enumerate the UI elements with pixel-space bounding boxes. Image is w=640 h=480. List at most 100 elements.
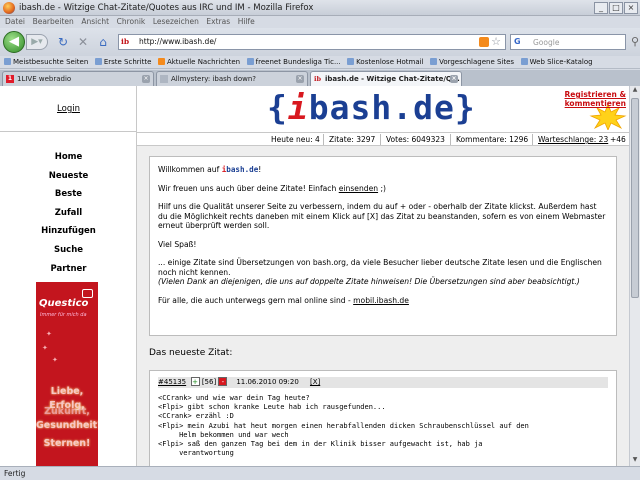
login-link[interactable]: Login [0, 104, 137, 114]
main-column: Willkommen auf ibash.de! Wir freuen uns … [137, 146, 629, 466]
forward-arrow-icon[interactable]: ▶▾ [26, 34, 48, 50]
login-box: Login [0, 86, 137, 132]
tab-close-icon[interactable]: × [142, 75, 150, 83]
menu-ansicht[interactable]: Ansicht [81, 16, 109, 28]
scroll-up-icon[interactable]: ▲ [630, 86, 640, 96]
nav-suche[interactable]: Suche [0, 241, 137, 260]
bookmark-page-icon [94, 58, 102, 65]
search-box[interactable]: G Google ⚲ [510, 34, 639, 50]
ibash-favicon-icon: ib [314, 75, 322, 83]
quote-line: verantwortung [158, 449, 234, 458]
register-link[interactable]: Registrieren & kommentieren [562, 90, 626, 108]
home-icon[interactable]: ⌂ [96, 35, 110, 49]
ad-line: Zukunft, [44, 406, 90, 417]
bookmark-page-icon [430, 58, 438, 65]
welcome-mobile-text: Für alle, die auch unterwegs gern mal on… [158, 295, 409, 305]
queue-link[interactable]: Warteschlange: 23 [538, 135, 608, 144]
ad-line: Sternen! [43, 438, 91, 449]
menu-extras[interactable]: Extras [206, 16, 230, 28]
maximize-button[interactable]: □ [609, 2, 623, 14]
menu-hilfe[interactable]: Hilfe [238, 16, 255, 28]
bookmark-item[interactable]: Web Slice-Katalog [520, 56, 593, 68]
quote-id-link[interactable]: #45135 [158, 378, 186, 386]
left-sidebar: Login Home Neueste Beste Zufall Hinzufüg… [0, 86, 137, 466]
main-navigation: Home Neueste Beste Zufall Hinzufügen Suc… [0, 148, 137, 278]
queue-extra: +46 [610, 135, 626, 144]
site-identity-badge[interactable]: ib [121, 37, 129, 46]
tab-allmystery[interactable]: Allmystery: ibash down? × [156, 71, 308, 86]
report-quote-button[interactable]: [X] [310, 378, 320, 386]
minimize-button[interactable]: _ [594, 2, 608, 14]
stat-divider [323, 134, 324, 145]
quote-meta-bar: #45135 + [56] - 11.06.2010 09:20 [X] [158, 377, 608, 388]
rss-bookmark-icon [157, 58, 165, 65]
submit-quote-link[interactable]: einsenden [339, 184, 378, 193]
stat-today: Heute neu: 4 [271, 135, 320, 144]
menu-bar: Datei Bearbeiten Ansicht Chronik Lesezei… [0, 16, 640, 28]
bookmark-item[interactable]: Aktuelle Nachrichten [157, 56, 240, 68]
bookmark-item[interactable]: Kostenlose Hotmail [347, 56, 424, 68]
site-header: {ibash.de} Registrieren & kommentieren [137, 86, 629, 132]
search-engine-icon[interactable]: G [514, 37, 521, 46]
nav-partner[interactable]: Partner [0, 260, 137, 279]
bookmarks-toolbar: Meistbesuchte Seiten Erste Schritte Aktu… [0, 56, 640, 69]
nav-neueste[interactable]: Neueste [0, 167, 137, 186]
nav-beste[interactable]: Beste [0, 185, 137, 204]
stat-comments: Kommentare: 1296 [456, 135, 529, 144]
tab-1live[interactable]: 1 1LIVE webradio × [2, 71, 154, 86]
rss-feed-icon[interactable] [479, 37, 489, 47]
status-text: Fertig [4, 469, 26, 478]
reload-icon[interactable]: ↻ [56, 35, 70, 49]
url-text[interactable]: http://www.ibash.de/ [139, 37, 216, 46]
tab-bar: 1 1LIVE webradio × Allmystery: ibash dow… [0, 70, 640, 87]
welcome-submit-text: Wir freuen uns auch über deine Zitate! E… [158, 183, 386, 193]
scroll-down-icon[interactable]: ▼ [630, 456, 640, 466]
nav-hinzufuegen[interactable]: Hinzufügen [0, 222, 137, 241]
menu-datei[interactable]: Datei [5, 16, 25, 28]
quote-line: Helm bekommen und war wech [158, 430, 289, 439]
vote-up-button[interactable]: + [190, 377, 200, 386]
tab-ibash[interactable]: ib ibash.de - Witzige Chat-Zitate/Q... × [310, 71, 462, 87]
quote-line: <Flpi> gibt schon kranke Leute hab ich r… [158, 403, 386, 412]
stop-icon[interactable]: ✕ [76, 35, 90, 49]
nav-zufall[interactable]: Zufall [0, 204, 137, 223]
vertical-scrollbar[interactable]: ▲ ▼ [629, 86, 640, 466]
bookmark-item[interactable]: freenet Bundesliga Tic... [246, 56, 341, 68]
search-placeholder: Google [533, 38, 560, 47]
inline-brand: ibash.de [221, 165, 259, 174]
speech-bubble-icon [82, 289, 93, 298]
stats-bar: Heute neu: 4 Zitate: 3297 Votes: 6049323… [137, 132, 629, 146]
bookmark-item[interactable]: Meistbesuchte Seiten [4, 56, 88, 68]
address-bar[interactable]: ib http://www.ibash.de/ ☆ [118, 34, 506, 50]
bookmark-star-icon[interactable]: ☆ [491, 35, 501, 48]
magnifier-icon[interactable]: ⚲ [631, 35, 639, 48]
vote-down-button[interactable]: - [218, 377, 228, 386]
quote-text: <CCrank> und wie war dein Tag heute? <Flp… [158, 394, 608, 458]
tab-close-icon[interactable]: × [296, 75, 304, 83]
menu-lesezeichen[interactable]: Lesezeichen [153, 16, 199, 28]
bookmark-item[interactable]: Vorgeschlagene Sites [430, 56, 514, 68]
page-favicon-icon [160, 75, 168, 83]
newest-quote-heading: Das neueste Zitat: [149, 348, 233, 358]
tab-close-icon[interactable]: × [450, 75, 458, 83]
ad-line: Gesundheit? [36, 420, 98, 431]
ibash-logo[interactable]: {ibash.de} [267, 88, 476, 127]
quote-score: [56] [201, 378, 217, 386]
menu-bearbeiten[interactable]: Bearbeiten [33, 16, 74, 28]
nav-home[interactable]: Home [0, 148, 137, 167]
welcome-translation-text: ... einige Zitate sind Übersetzungen von… [158, 258, 602, 286]
mobile-site-link[interactable]: mobil.ibash.de [353, 296, 409, 305]
questico-ad-banner[interactable]: Questico Immer für mich da ✦ ✦ ✦ Liebe, … [36, 282, 98, 466]
quote-box: #45135 + [56] - 11.06.2010 09:20 [X] <CC… [149, 370, 617, 466]
bookmark-folder-icon [4, 58, 11, 65]
close-button[interactable]: × [624, 2, 638, 14]
bookmark-item[interactable]: Erste Schritte [94, 56, 151, 68]
bookmark-page-icon [347, 58, 355, 65]
menu-chronik[interactable]: Chronik [117, 16, 146, 28]
sparkle-icon: ✦ [46, 330, 52, 338]
page-viewport: Login Home Neueste Beste Zufall Hinzufüg… [0, 86, 629, 466]
back-arrow-icon[interactable]: ◀ [3, 31, 25, 53]
scrollbar-thumb[interactable] [631, 98, 639, 298]
welcome-box: Willkommen auf ibash.de! Wir freuen uns … [149, 156, 617, 336]
quote-line: <CCrank> erzähl :D [158, 412, 234, 421]
